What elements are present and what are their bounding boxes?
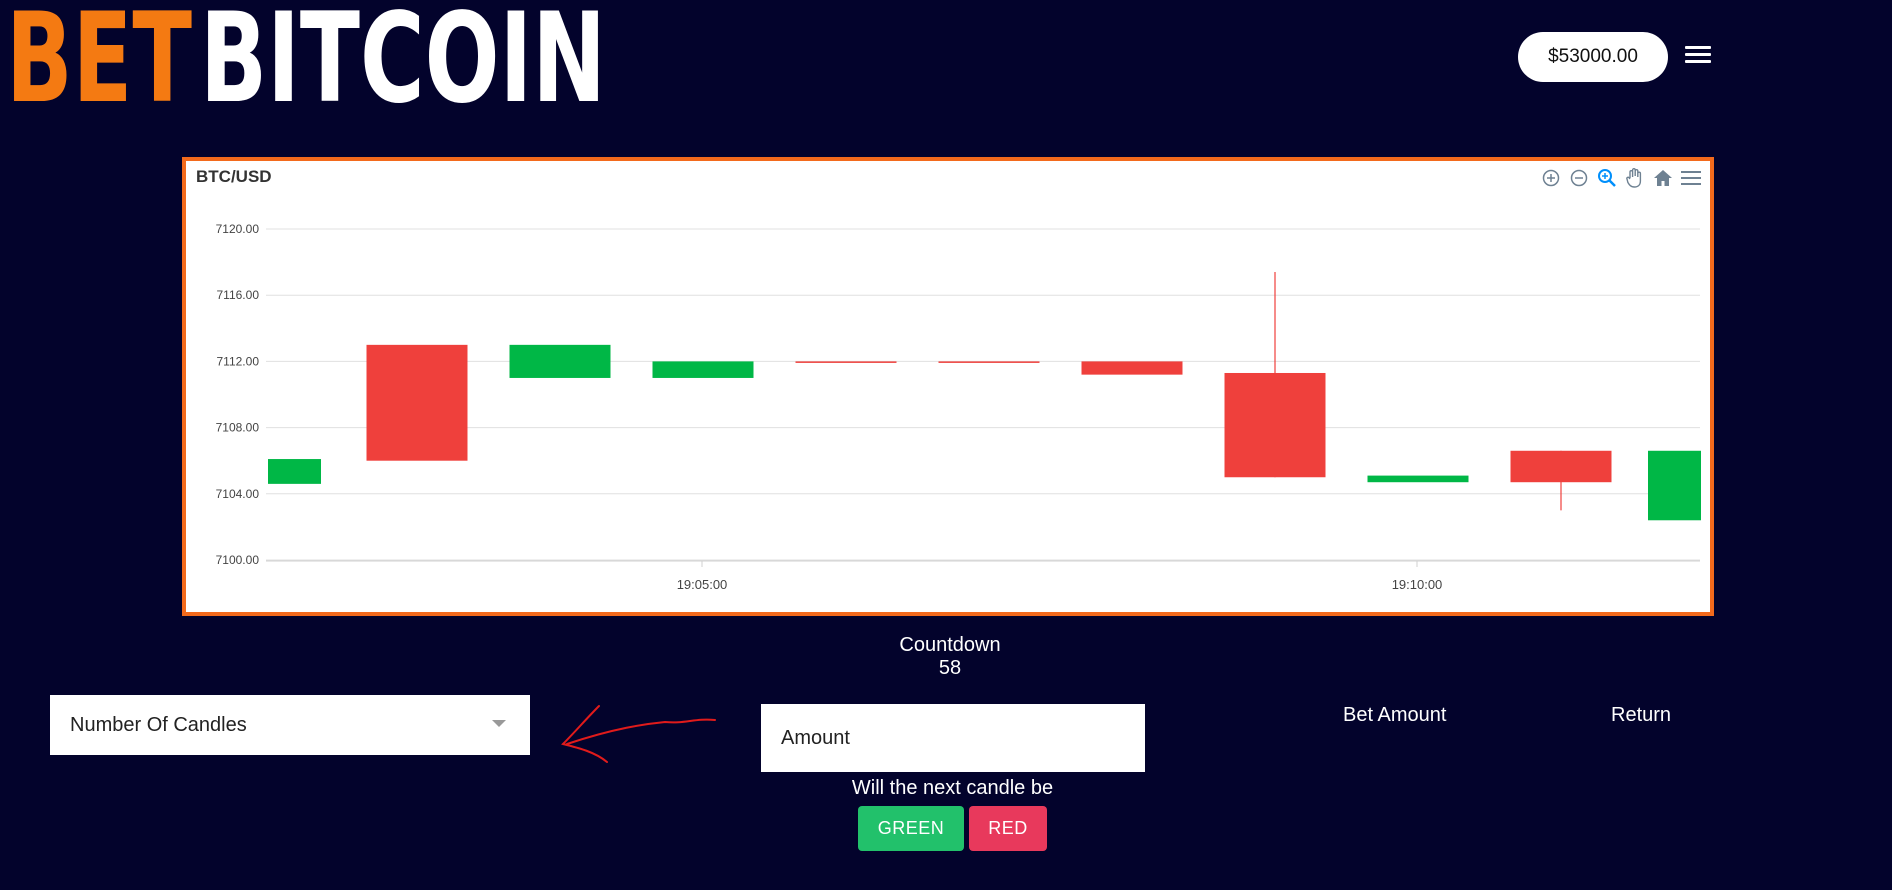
chart-title: BTC/USD (196, 167, 272, 186)
x-tick-label: 19:10:00 (1392, 577, 1443, 592)
y-tick-label: 7112.00 (217, 354, 260, 368)
candle (366, 344, 468, 461)
zoom-selection-icon[interactable] (1596, 167, 1618, 189)
red-button[interactable]: RED (969, 806, 1047, 851)
candle (1648, 450, 1701, 521)
y-tick-label: 7120.00 (216, 222, 260, 236)
x-tick-label: 19:05:00 (677, 577, 728, 592)
svg-text:BET: BET (6, 2, 192, 112)
zoom-out-icon[interactable] (1568, 167, 1590, 189)
number-of-candles-label: Number Of Candles (70, 713, 247, 736)
svg-text:BITCOIN: BITCOIN (200, 2, 606, 112)
number-of-candles-select[interactable]: Number Of Candles (50, 695, 530, 755)
red-arrow-annotation (561, 705, 716, 763)
countdown-value: 58 (938, 657, 962, 679)
green-button[interactable]: GREEN (858, 806, 964, 851)
candle (509, 344, 611, 378)
countdown: Countdown 58 (850, 634, 1050, 680)
return-header: Return (1611, 704, 1672, 726)
y-tick-label: 7116.00 (217, 288, 260, 302)
y-tick-label: 7108.00 (216, 421, 260, 435)
candle (1081, 361, 1183, 375)
candle (268, 459, 321, 484)
candle (938, 361, 1040, 363)
amount-input[interactable] (761, 704, 1145, 772)
candlestick-chart-svg: 7120.00 7116.00 7112.00 7108.00 7104.00 7100.… (216, 222, 1701, 592)
candle (795, 361, 897, 363)
chart-toolbar (1540, 167, 1702, 189)
candle (1224, 372, 1326, 478)
zoom-in-icon[interactable] (1540, 167, 1562, 189)
betbitcoin-logo: BET BITCOIN (6, 2, 606, 112)
y-tick-label: 7104.00 (216, 487, 260, 501)
next-candle-question: Will the next candle be (851, 777, 1054, 799)
bet-amount-header: Bet Amount (1343, 704, 1447, 726)
candle (1367, 475, 1469, 483)
balance-display[interactable]: $53000.00 (1518, 32, 1668, 82)
candle (1510, 450, 1612, 483)
chevron-down-icon (492, 720, 506, 727)
menu-icon[interactable] (1680, 167, 1702, 189)
countdown-label: Countdown (899, 634, 1001, 656)
y-tick-label: 7100.00 (216, 553, 260, 567)
price-chart: 7120.00 7116.00 7112.00 7108.00 7104.00 7100.… (182, 157, 1714, 616)
home-reset-icon[interactable] (1652, 167, 1674, 189)
hamburger-menu-icon[interactable] (1685, 46, 1711, 68)
pan-hand-icon[interactable] (1624, 167, 1646, 189)
candle (652, 361, 754, 378)
